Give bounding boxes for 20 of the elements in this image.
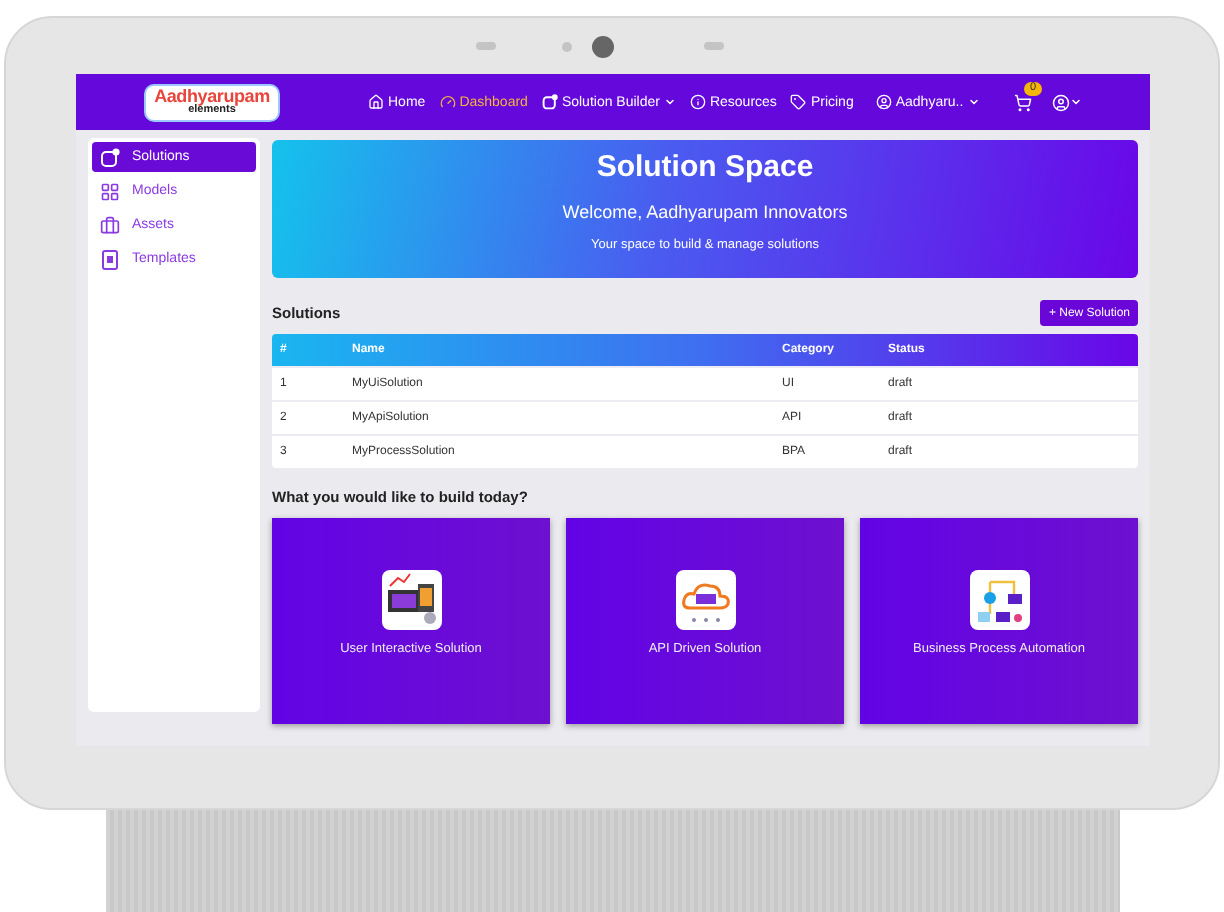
sensor-icon: [476, 42, 496, 50]
caret-icon: [1070, 96, 1082, 108]
camera-icon: [592, 35, 614, 57]
cart-button[interactable]: [1014, 93, 1032, 111]
profile-button[interactable]: [1052, 93, 1082, 111]
screens-icon: [381, 570, 441, 630]
cloud-icon: [675, 570, 735, 630]
flowchart-icon: [969, 570, 1029, 630]
document-icon: [100, 249, 120, 269]
briefcase-icon: [100, 215, 120, 235]
welcome-text: Welcome, Aadhyarupam Innovators: [562, 202, 848, 222]
cart-icon: [1014, 93, 1032, 111]
sensor-icon: [562, 41, 572, 51]
caret-icon: [967, 96, 980, 108]
caret-icon: [663, 96, 676, 108]
grid-icon: [100, 181, 120, 201]
user-icon: [875, 94, 892, 110]
user-icon: [1052, 93, 1070, 111]
hero-title: Solution Space: [596, 150, 814, 184]
sensor-icon: [704, 42, 724, 50]
